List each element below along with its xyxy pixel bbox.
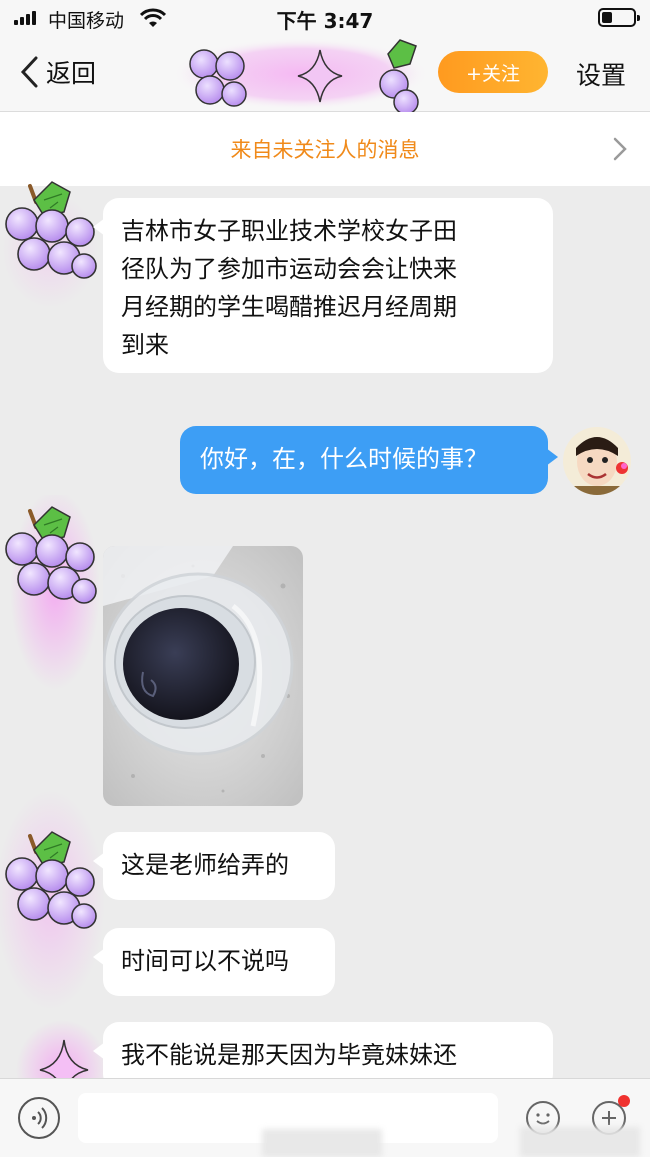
message-line: 径队为了参加市运动会会让快来 <box>121 255 457 283</box>
chevron-left-icon <box>20 56 38 88</box>
watermark-smudge <box>520 1127 640 1157</box>
message-line: 月经期的学生喝醋推迟月经周期 <box>121 293 457 321</box>
follow-button[interactable]: +关注 <box>438 51 548 93</box>
battery-icon <box>598 8 640 27</box>
back-label: 返回 <box>46 59 97 88</box>
message-text: 我不能说是那天因为毕竟妹妹还 <box>121 1041 457 1069</box>
nav-bar: 返回 +关注 设置 <box>0 36 650 112</box>
my-avatar[interactable] <box>562 426 632 496</box>
outgoing-message[interactable]: 你好，在，什么时候的事？ <box>180 426 558 494</box>
voice-button[interactable] <box>18 1097 60 1139</box>
input-bar <box>0 1078 650 1157</box>
chevron-right-icon <box>613 137 627 161</box>
voice-icon <box>32 1107 48 1129</box>
status-time: 下午 3:47 <box>276 9 374 33</box>
notice-text: 来自未关注人的消息 <box>230 138 420 162</box>
message-text: 时间可以不说吗 <box>121 947 289 975</box>
message-line: 吉林市女子职业技术学校女子田 <box>121 217 457 245</box>
contact-avatar-sticker[interactable] <box>170 36 432 112</box>
message-line: 到来 <box>121 331 169 359</box>
stranger-message-notice[interactable]: 来自未关注人的消息 <box>0 112 650 186</box>
back-button[interactable]: 返回 <box>18 52 96 92</box>
notification-dot <box>618 1095 630 1107</box>
sender-avatar[interactable] <box>0 790 110 1010</box>
sender-avatar[interactable] <box>0 180 100 310</box>
message-text: 这是老师给弄的 <box>121 851 289 879</box>
incoming-message[interactable]: 时间可以不说吗 <box>93 928 335 996</box>
photo-message[interactable] <box>103 546 303 806</box>
sender-avatar[interactable] <box>0 495 100 695</box>
incoming-message[interactable]: 吉林市女子职业技术学校女子田 径队为了参加市运动会会让快来 月经期的学生喝醋推迟… <box>93 198 553 373</box>
watermark-smudge <box>262 1129 382 1157</box>
settings-button[interactable]: 设置 <box>576 56 626 92</box>
status-bar: 中国移动 下午 3:47 <box>0 0 650 36</box>
incoming-message[interactable]: 这是老师给弄的 <box>93 832 335 900</box>
message-text: 你好，在，什么时候的事？ <box>200 445 488 473</box>
